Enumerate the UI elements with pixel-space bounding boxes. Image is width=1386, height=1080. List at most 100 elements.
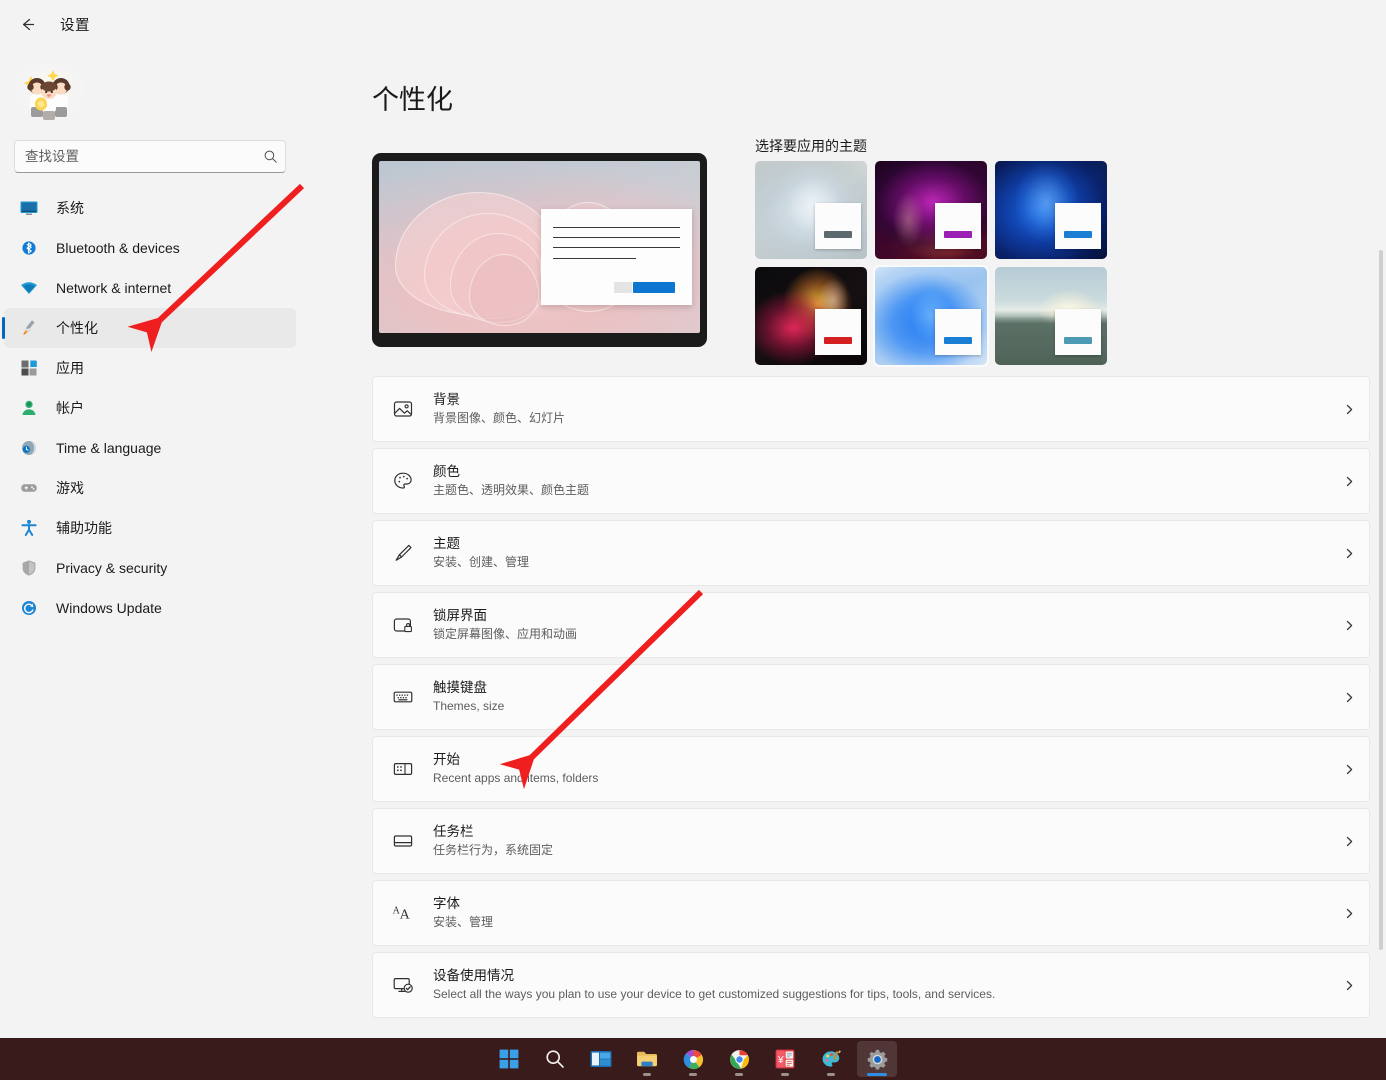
chevron-right-icon [1329,763,1369,776]
row-title: 设备使用情况 [433,968,514,983]
shield-icon [18,557,40,579]
row-subtitle: Recent apps and items, folders [433,771,599,785]
chromium-icon [683,1049,703,1069]
bluetooth-icon [18,237,40,259]
gear-icon [867,1049,887,1070]
sidebar-item-privacy-security[interactable]: Privacy & security [4,548,296,588]
settings-row-themes[interactable]: 主题 安装、创建、管理 [372,520,1370,586]
settings-row-taskbar[interactable]: 任务栏 任务栏行为，系统固定 [372,808,1370,874]
chevron-right-icon [1329,475,1369,488]
themes-grid [755,161,1110,367]
sidebar-item-label: Privacy & security [56,560,168,576]
settings-list: 背景 背景图像、颜色、幻灯片 颜色 主题色、透明效果、颜色主题 主题 安装、创建… [372,376,1370,1024]
theme-accent-bar [824,231,852,238]
title-bar: 设置 [0,0,1386,48]
sidebar-item-label: 辅助功能 [56,520,112,536]
svg-text:A: A [400,907,411,922]
theme-accent-bar [1064,337,1092,344]
start-layout-icon [391,757,415,781]
sidebar-item-label: 系统 [56,200,84,216]
theme-card-flow[interactable] [755,267,867,365]
taskbar-browser-button[interactable] [673,1041,713,1077]
settings-row-start[interactable]: 开始 Recent apps and items, folders [372,736,1370,802]
paint-palette-icon [822,1049,841,1067]
sidebar-item-label: 游戏 [56,480,84,496]
accessibility-icon [18,517,40,539]
sidebar-item-windows-update[interactable]: Windows Update [4,588,296,628]
active-window-indicator [867,1073,887,1076]
search-settings-box[interactable] [14,140,286,173]
taskbar-search-button[interactable] [535,1041,575,1077]
settings-row-fonts[interactable]: A A 字体 安装、管理 [372,880,1370,946]
sidebar-item-label: Bluetooth & devices [56,240,180,256]
settings-row-background[interactable]: 背景 背景图像、颜色、幻灯片 [372,376,1370,442]
sidebar-item-label: 个性化 [56,320,98,336]
theme-preview-window [935,309,981,355]
settings-window: 设置 查找设置 系统 Bluetooth & devices Network &… [0,0,1386,1080]
settings-row-touch-keyboard[interactable]: 触摸键盘 Themes, size [372,664,1370,730]
svg-text:¥: ¥ [777,1055,784,1066]
theme-accent-bar [824,337,852,344]
taskbar-task-view-button[interactable] [581,1041,621,1077]
sidebar-item-time-language[interactable]: Time & language [4,428,296,468]
wifi-icon [18,277,40,299]
row-subtitle: 锁定屏幕图像、应用和动画 [433,627,578,641]
gamepad-icon [18,477,40,499]
theme-card-captured-motion[interactable] [995,161,1107,259]
sidebar-item-accounts[interactable]: 帐户 [4,388,296,428]
running-indicator [643,1073,651,1076]
sidebar-item-label: Time & language [56,440,162,456]
theme-accent-bar [1064,231,1092,238]
taskbar-start-button[interactable] [489,1041,529,1077]
settings-row-lock-screen[interactable]: 锁屏界面 锁定屏幕图像、应用和动画 [372,592,1370,658]
chevron-right-icon [1329,691,1369,704]
taskbar-chrome-button[interactable] [719,1041,759,1077]
vertical-scrollbar[interactable] [1378,100,1384,1038]
themes-heading: 选择要应用的主题 [755,138,867,154]
settings-row-colors[interactable]: 颜色 主题色、透明效果、颜色主题 [372,448,1370,514]
avatar[interactable] [14,58,86,128]
chevron-right-icon [1329,403,1369,416]
sidebar-item-accessibility[interactable]: 辅助功能 [4,508,296,548]
theme-card-windows-light[interactable] [755,161,867,259]
row-subtitle: Themes, size [433,699,505,713]
running-indicator [781,1073,789,1076]
search-input[interactable] [15,141,255,172]
chevron-right-icon [1329,547,1369,560]
taskbar-settings-button[interactable] [857,1041,897,1077]
taskbar-icon [391,829,415,853]
theme-card-sunrise[interactable] [995,267,1107,365]
theme-card-windows-spotlight[interactable] [873,265,989,367]
sidebar-item-personalization[interactable]: 个性化 [2,308,296,348]
settings-row-device-usage[interactable]: 设备使用情况 Select all the ways you plan to u… [372,952,1370,1018]
preview-accent-button [633,282,676,293]
keyboard-icon [391,685,415,709]
scrollbar-thumb[interactable] [1379,250,1383,950]
theme-preview-window [815,309,861,355]
sidebar-item-apps[interactable]: 应用 [4,348,296,388]
folder-icon [637,1051,657,1067]
sidebar-item-gaming[interactable]: 游戏 [4,468,296,508]
sidebar-item-network-internet[interactable]: Network & internet [4,268,296,308]
chevron-right-icon [1329,979,1369,992]
main-content: 个性化 选择要应用的主题 背景 背景图像、颜色、幻灯片 颜色 主题色、透明效果、… [300,48,1386,1038]
sidebar-item-system[interactable]: 系统 [4,188,296,228]
sidebar-item-label: 帐户 [56,400,84,416]
taskbar-paint-button[interactable] [811,1041,851,1077]
theme-card-glow[interactable] [875,161,987,259]
preview-dialog-window [541,209,692,306]
palette-icon [391,469,415,493]
row-title: 主题 [433,536,460,551]
back-button[interactable] [10,7,44,41]
taskbar-finance-app-button[interactable]: ¥ [765,1041,805,1077]
row-title: 触摸键盘 [433,680,487,695]
finance-yen-icon: ¥ [775,1049,795,1069]
page-title: 个性化 [372,85,453,115]
taskbar-file-explorer-button[interactable] [627,1041,667,1077]
user-avatar-image [17,62,83,124]
theme-accent-bar [944,337,972,344]
device-usage-icon [391,973,415,997]
row-title: 开始 [433,752,460,767]
sidebar-item-bluetooth-devices[interactable]: Bluetooth & devices [4,228,296,268]
row-title: 颜色 [433,464,460,479]
